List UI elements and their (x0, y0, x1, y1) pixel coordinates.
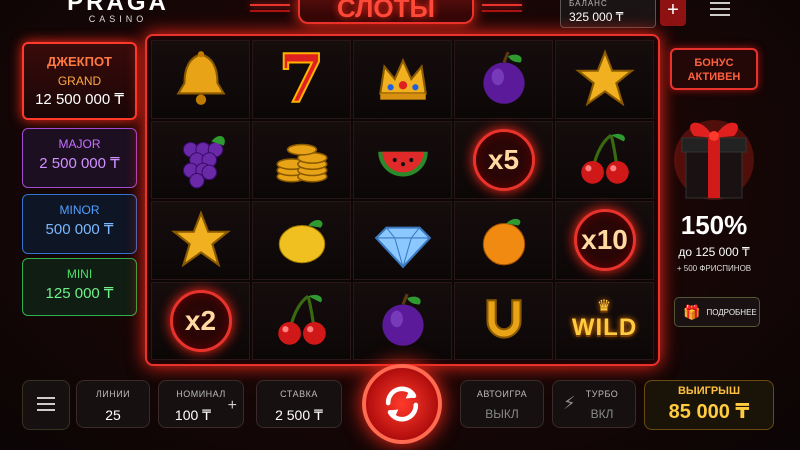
hamburger-menu-button[interactable] (22, 380, 70, 430)
wild-icon: ♛ WILD (571, 297, 638, 341)
plum-icon (372, 290, 434, 352)
reel-cell (353, 281, 452, 360)
reel-cell (353, 120, 452, 199)
star-icon (170, 209, 232, 271)
lines-value: 25 (105, 407, 121, 423)
reel-cell (454, 40, 553, 119)
multiplier-x5-icon: x5 (472, 128, 535, 191)
jackpot-minor-amount: 500 000 ₸ (45, 221, 114, 238)
nominal-control[interactable]: НОМИНАЛ 100 ₸ + (158, 380, 244, 428)
lines-control[interactable]: ЛИНИИ 25 (76, 380, 150, 428)
jackpot-minor-panel: MINOR 500 000 ₸ (22, 194, 137, 254)
bet-control[interactable]: СТАВКА 2 500 ₸ (256, 380, 342, 428)
autoplay-label: АВТОИГРА (476, 389, 528, 399)
lemon-icon (271, 209, 333, 271)
bonus-freespins: + 500 ФРИСПИНОВ (676, 264, 752, 273)
gift-box-icon (672, 100, 756, 205)
horseshoe-icon (473, 290, 535, 352)
win-value: 85 000 ₸ (668, 401, 750, 423)
reel-grid: 7 x5 x10 x2 ♛ WILD (151, 40, 654, 360)
jackpot-title: ДЖЕКПОТ (46, 54, 112, 69)
plum-icon (473, 48, 535, 110)
refresh-icon (385, 386, 419, 422)
reel-cell (252, 201, 351, 280)
reel-cell (151, 201, 250, 280)
brand-name: PRAGA (67, 0, 169, 16)
menu-bar-icon (37, 397, 55, 399)
title-decoration-right (482, 4, 522, 6)
reel-cell: x5 (454, 120, 553, 199)
reel-cell (252, 120, 351, 199)
jackpot-major-amount: 2 500 000 ₸ (39, 155, 120, 172)
crown-icon (372, 48, 434, 110)
lightning-icon: ⚡ (563, 393, 576, 413)
coins-icon (271, 129, 333, 191)
autoplay-value: ВЫКЛ (485, 407, 519, 421)
reel-cell (555, 40, 654, 119)
lines-label: ЛИНИИ (95, 389, 131, 399)
jackpot-grand-amount: 12 500 000 ₸ (35, 91, 124, 108)
cherry-icon (574, 129, 636, 191)
reel-cell (353, 40, 452, 119)
star-icon (574, 48, 636, 110)
reel-cell: x10 (555, 201, 654, 280)
bonus-up-to: до 125 000 ₸ (678, 245, 750, 259)
page-title: СЛОТЫ (298, 0, 474, 24)
seven-icon: 7 (278, 40, 326, 119)
multiplier-x10-icon: x10 (573, 209, 636, 272)
jackpot-grand-panel: ДЖЕКПОТ GRAND 12 500 000 ₸ (22, 42, 137, 120)
jackpot-mini-amount: 125 000 ₸ (45, 285, 114, 302)
jackpot-grand-name: GRAND (57, 74, 102, 88)
win-display: ВЫИГРЫШ 85 000 ₸ (644, 380, 774, 430)
nominal-plus-button[interactable]: + (228, 397, 237, 415)
bonus-badge-line1: БОНУС (694, 57, 734, 69)
bonus-badge-line2: АКТИВЕН (687, 71, 741, 83)
cherry-icon (271, 290, 333, 352)
orange-icon (473, 209, 535, 271)
win-label: ВЫИГРЫШ (677, 385, 740, 397)
reel-cell: x2 (151, 281, 250, 360)
menu-icon[interactable] (710, 2, 730, 18)
title-decoration-left (250, 4, 290, 6)
jackpot-minor-name: MINOR (59, 203, 100, 217)
nominal-value: 100 ₸ (174, 407, 212, 423)
autoplay-toggle[interactable]: АВТОИГРА ВЫКЛ (460, 380, 544, 428)
jackpot-mini-name: MINI (66, 267, 93, 281)
bet-label: СТАВКА (280, 389, 318, 399)
slot-reels: 7 x5 x10 x2 ♛ WILD (145, 34, 660, 366)
bonus-active-badge: БОНУС АКТИВЕН (670, 48, 758, 90)
bet-value: 2 500 ₸ (275, 407, 323, 423)
multiplier-x2-icon: x2 (169, 289, 232, 352)
more-details-label: ПОДРОБНЕЕ (706, 307, 757, 317)
balance-value: 325 000 ₸ (569, 10, 624, 24)
add-funds-button[interactable]: + (660, 0, 686, 26)
gift-small-icon: 🎁 (683, 303, 701, 320)
reel-cell (454, 201, 553, 280)
casino-logo: PRAGA CASINO (58, 0, 178, 24)
spin-button[interactable] (362, 364, 442, 444)
more-details-button[interactable]: 🎁 ПОДРОБНЕЕ (674, 297, 760, 327)
reel-cell (151, 120, 250, 199)
grapes-icon (170, 129, 232, 191)
reel-cell: ♛ WILD (555, 281, 654, 360)
diamond-icon (372, 209, 434, 271)
page-title-text: СЛОТЫ (337, 0, 435, 23)
jackpot-major-name: MAJOR (58, 137, 101, 151)
balance-display: БАЛАНС 325 000 ₸ (560, 0, 656, 28)
reel-cell (555, 120, 654, 199)
bonus-percent: 150% (680, 210, 748, 240)
watermelon-icon (372, 129, 434, 191)
jackpot-major-panel: MAJOR 2 500 000 ₸ (22, 128, 137, 188)
reel-cell: 7 (252, 40, 351, 119)
balance-label: БАЛАНС (569, 0, 608, 8)
reel-cell (151, 40, 250, 119)
jackpot-mini-panel: MINI 125 000 ₸ (22, 258, 137, 316)
reel-cell (454, 281, 553, 360)
turbo-toggle[interactable]: ⚡ ТУРБО ВКЛ (552, 380, 636, 428)
bell-icon (170, 48, 232, 110)
reel-cell (252, 281, 351, 360)
reel-cell (353, 201, 452, 280)
